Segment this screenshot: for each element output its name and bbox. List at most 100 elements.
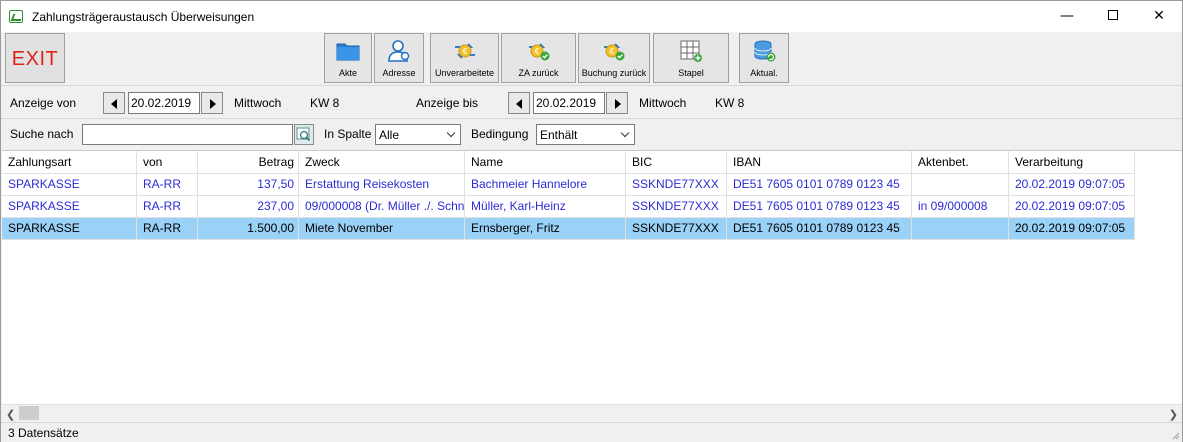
- euro-check-icon: €: [604, 43, 625, 61]
- search-button[interactable]: [294, 124, 314, 145]
- bis-weekday: Mittwoch: [639, 96, 687, 110]
- suche-nach-label: Suche nach: [10, 127, 74, 141]
- database-refresh-icon: [754, 40, 776, 62]
- scroll-right-icon[interactable]: ❯: [1169, 408, 1178, 421]
- svg-text:€: €: [462, 47, 467, 56]
- bis-kw: KW 8: [715, 96, 745, 110]
- chevron-down-icon: [446, 128, 456, 138]
- search-input[interactable]: [82, 124, 293, 145]
- close-button[interactable]: ✕: [1136, 1, 1182, 32]
- akte-button[interactable]: Akte: [324, 33, 372, 83]
- von-next-button[interactable]: [201, 92, 223, 114]
- folder-icon: [336, 43, 360, 61]
- cell-verarbeitung: 20.02.2019 09:07:05: [1009, 196, 1135, 218]
- table-header: Zahlungsart von Betrag Zweck Name BIC IB…: [2, 151, 1135, 174]
- cell-zweck: Miete November: [299, 218, 465, 240]
- cell-aktenbet: in 09/000008: [912, 196, 1009, 218]
- cell-zahlungsart: SPARKASSE: [2, 174, 137, 196]
- cell-iban: DE51 7605 0101 0789 0123 45: [727, 174, 912, 196]
- cell-bic: SSKNDE77XXX: [626, 196, 727, 218]
- cell-name: Bachmeier Hannelore: [465, 174, 626, 196]
- arrow-left-icon: [111, 99, 117, 109]
- window-title: Zahlungsträgeraustausch Überweisungen: [32, 10, 255, 24]
- column-header-iban[interactable]: IBAN: [727, 151, 912, 174]
- search-icon: [296, 127, 311, 142]
- date-filter-row: Anzeige von 20.02.2019 Mittwoch KW 8 Anz…: [1, 86, 1182, 119]
- column-header-verarbeitung[interactable]: Verarbeitung: [1009, 151, 1135, 174]
- toolbar: EXIT Akte Adresse € Unverarbeitete € ZA …: [1, 32, 1182, 86]
- cell-von: RA-RR: [137, 174, 198, 196]
- search-row: Suche nach In Spalte Alle Bedingung Enth…: [1, 120, 1182, 149]
- cell-name: Müller, Karl-Heinz: [465, 196, 626, 218]
- bis-prev-button[interactable]: [508, 92, 530, 114]
- cell-zahlungsart: SPARKASSE: [2, 196, 137, 218]
- za-zurueck-button[interactable]: € ZA zurück: [501, 33, 576, 83]
- von-kw: KW 8: [310, 96, 340, 110]
- resize-grip-icon[interactable]: [1170, 430, 1180, 440]
- spalte-select-value: Alle: [379, 128, 400, 142]
- column-header-name[interactable]: Name: [465, 151, 626, 174]
- stapel-button[interactable]: Stapel: [653, 33, 729, 83]
- cell-iban: DE51 7605 0101 0789 0123 45: [727, 196, 912, 218]
- scrollbar-thumb[interactable]: [19, 406, 39, 420]
- cell-zweck: 09/000008 (Dr. Müller ./. Schn: [299, 196, 465, 218]
- anzeige-bis-label: Anzeige bis: [416, 96, 479, 110]
- payments-table[interactable]: Zahlungsart von Betrag Zweck Name BIC IB…: [2, 150, 1182, 404]
- table-row[interactable]: SPARKASSE RA-RR 137,50 Erstattung Reisek…: [2, 174, 1135, 196]
- column-header-aktenbet[interactable]: Aktenbet.: [912, 151, 1009, 174]
- title-bar: Zahlungsträgeraustausch Überweisungen — …: [1, 1, 1182, 32]
- arrow-right-icon: [210, 99, 216, 109]
- cell-betrag: 237,00: [198, 196, 299, 218]
- buchung-zurueck-button[interactable]: € Buchung zurück: [578, 33, 650, 83]
- grid-add-icon: [680, 40, 702, 62]
- status-bar: 3 Datensätze: [1, 422, 1182, 442]
- column-header-zahlungsart[interactable]: Zahlungsart: [2, 151, 137, 174]
- cell-verarbeitung: 20.02.2019 09:07:05: [1009, 218, 1135, 240]
- scroll-left-icon[interactable]: ❮: [6, 408, 15, 421]
- aktualisieren-button[interactable]: Aktual.: [739, 33, 789, 83]
- column-header-betrag[interactable]: Betrag: [198, 151, 299, 174]
- von-weekday: Mittwoch: [234, 96, 282, 110]
- person-icon: [388, 40, 410, 62]
- maximize-button[interactable]: [1090, 1, 1136, 32]
- cell-bic: SSKNDE77XXX: [626, 218, 727, 240]
- column-header-bic[interactable]: BIC: [626, 151, 727, 174]
- bedingung-select[interactable]: Enthält: [536, 124, 635, 145]
- table-row-selected[interactable]: SPARKASSE RA-RR 1.500,00 Miete November …: [2, 218, 1135, 240]
- cell-name: Ernsberger, Fritz: [465, 218, 626, 240]
- cell-von: RA-RR: [137, 196, 198, 218]
- von-date-input[interactable]: 20.02.2019: [128, 92, 200, 114]
- svg-text:€: €: [534, 47, 539, 56]
- bedingung-select-value: Enthält: [540, 128, 578, 142]
- minimize-button[interactable]: —: [1044, 1, 1090, 32]
- cell-betrag: 137,50: [198, 174, 299, 196]
- exit-button[interactable]: EXIT: [5, 33, 65, 83]
- cell-zweck: Erstattung Reisekosten: [299, 174, 465, 196]
- spalte-select[interactable]: Alle: [375, 124, 461, 145]
- von-prev-button[interactable]: [103, 92, 125, 114]
- bis-next-button[interactable]: [606, 92, 628, 114]
- cell-bic: SSKNDE77XXX: [626, 174, 727, 196]
- in-spalte-label: In Spalte: [324, 127, 372, 141]
- chevron-down-icon: [620, 128, 630, 138]
- column-header-von[interactable]: von: [137, 151, 198, 174]
- adresse-button[interactable]: Adresse: [374, 33, 424, 83]
- unverarbeitete-button[interactable]: € Unverarbeitete: [430, 33, 499, 83]
- euro-check-icon: €: [528, 43, 549, 61]
- horizontal-scrollbar[interactable]: ❮ ❯: [2, 404, 1182, 421]
- cell-aktenbet: [912, 218, 1009, 240]
- maximize-icon: [1108, 9, 1118, 20]
- cell-von: RA-RR: [137, 218, 198, 240]
- table-row[interactable]: SPARKASSE RA-RR 237,00 09/000008 (Dr. Mü…: [2, 196, 1135, 218]
- cell-aktenbet: [912, 174, 1009, 196]
- record-count: 3 Datensätze: [8, 426, 79, 440]
- anzeige-von-label: Anzeige von: [10, 96, 77, 110]
- column-header-zweck[interactable]: Zweck: [299, 151, 465, 174]
- app-chart-icon: [9, 10, 23, 23]
- cell-betrag: 1.500,00: [198, 218, 299, 240]
- app-window: Zahlungsträgeraustausch Überweisungen — …: [0, 0, 1183, 442]
- bis-date-input[interactable]: 20.02.2019: [533, 92, 605, 114]
- cell-verarbeitung: 20.02.2019 09:07:05: [1009, 174, 1135, 196]
- svg-text:€: €: [610, 47, 615, 56]
- cell-zahlungsart: SPARKASSE: [2, 218, 137, 240]
